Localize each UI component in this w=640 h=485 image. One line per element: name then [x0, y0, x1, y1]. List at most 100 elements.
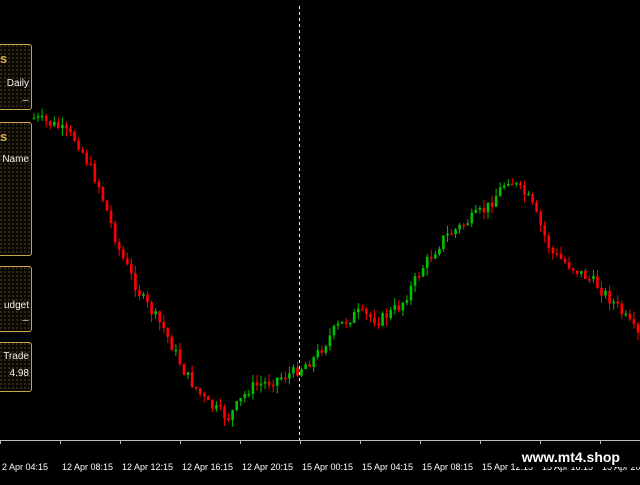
candle-body — [32, 117, 36, 120]
candle-body — [154, 311, 157, 315]
info-panel-budget: udget --- — [0, 266, 32, 332]
panel-label-budget: udget — [3, 300, 29, 311]
candle-body — [130, 264, 133, 274]
candle-body — [624, 313, 628, 316]
candle-body — [89, 163, 93, 166]
candle-body — [215, 405, 218, 409]
candle-body — [235, 401, 238, 411]
candle-body — [531, 193, 534, 203]
candle-body — [502, 185, 506, 188]
candle-body — [117, 242, 121, 250]
candle-body — [620, 303, 624, 315]
candle-body — [178, 349, 182, 365]
candle-body — [385, 313, 388, 318]
candle-body — [397, 305, 401, 311]
candle-body — [166, 328, 170, 337]
candle-body — [616, 301, 619, 304]
chart-canvas[interactable]: 2 Apr 04:15 12 Apr 08:15 12 Apr 12:15 12 Ap… — [0, 0, 640, 480]
candle-body — [486, 202, 490, 213]
candle-body — [361, 308, 364, 311]
candle-body — [498, 187, 502, 197]
candle-body — [247, 394, 251, 396]
candle-body — [320, 350, 324, 353]
candle-body — [373, 317, 376, 324]
candle-body — [344, 321, 348, 324]
candle-body — [555, 253, 559, 255]
candle-body — [190, 372, 194, 387]
candle-body — [182, 364, 186, 375]
candle-body — [57, 121, 60, 129]
candle-body — [409, 285, 413, 301]
candle-body — [458, 224, 461, 230]
candle-body — [567, 262, 571, 269]
candle-body — [48, 121, 52, 126]
candle-body — [53, 121, 56, 126]
candle-body — [150, 302, 153, 315]
candle-body — [628, 313, 632, 320]
candle-body — [515, 183, 518, 185]
candle-body — [121, 249, 125, 259]
info-panel-daily: s Daily --- — [0, 44, 32, 110]
candle-body — [490, 202, 494, 207]
candle-body — [519, 183, 522, 186]
candle-body — [280, 377, 283, 380]
candle-body — [36, 116, 40, 118]
candle-body — [138, 290, 141, 296]
candle-body — [146, 294, 149, 303]
candle-body — [243, 394, 247, 399]
x-tick-label: 15 Apr 00:15 — [302, 462, 353, 472]
panel-label-trade: Trade — [3, 351, 29, 362]
candle-body — [174, 349, 178, 352]
candle-body — [97, 182, 101, 188]
candle-body — [186, 372, 190, 375]
price-chart[interactable]: 2 Apr 04:15 12 Apr 08:15 12 Apr 12:15 12 Ap… — [0, 0, 640, 480]
candle-body — [194, 386, 198, 389]
info-panel-name: s Name — [0, 122, 32, 256]
candle-body — [600, 288, 603, 296]
candle-body — [227, 418, 230, 420]
candle-body — [73, 132, 76, 141]
panel-glyph: s — [0, 129, 8, 144]
info-panel-trade: Trade 4.98 — [0, 342, 32, 392]
candle-body — [405, 300, 409, 303]
candle-body — [304, 364, 307, 370]
candle-body — [559, 253, 563, 259]
panel-value-daily: --- — [22, 95, 29, 105]
candle-body — [93, 163, 97, 182]
candle-body — [393, 305, 397, 310]
candle-body — [454, 229, 457, 234]
candle-body — [85, 152, 88, 164]
x-tick-label: 12 Apr 20:15 — [242, 462, 293, 472]
candle-body — [450, 233, 453, 236]
candle-body — [592, 276, 595, 280]
panel-value-budget: --- — [22, 315, 29, 325]
candle-body — [551, 248, 555, 254]
x-tick-label: 12 Apr 12:15 — [122, 462, 173, 472]
x-tick-label: 2 Apr 04:15 — [2, 462, 48, 472]
candle-body — [223, 406, 226, 419]
candle-body — [470, 212, 474, 224]
candle-body — [300, 369, 303, 376]
candle-body — [608, 290, 611, 304]
candle-body — [267, 381, 271, 385]
candle-body — [77, 140, 80, 150]
candle-body — [466, 223, 469, 225]
candle-body — [259, 383, 263, 386]
candle-body — [421, 268, 425, 277]
candle-body — [292, 367, 295, 374]
candle-body — [101, 187, 105, 201]
candle-body — [575, 270, 579, 274]
candle-body — [417, 276, 421, 278]
candle-body — [288, 373, 291, 379]
candle-body — [219, 405, 222, 407]
candle-body — [543, 225, 546, 236]
x-tick-label: 15 Apr 08:15 — [422, 462, 473, 472]
candle-body — [109, 210, 113, 223]
candle-body — [535, 202, 538, 212]
candle-body — [389, 309, 392, 318]
candle-body — [113, 223, 117, 243]
panel-label-name: Name — [2, 154, 29, 165]
panel-value-trade: 4.98 — [9, 368, 29, 379]
candle-body — [239, 398, 242, 402]
candle-body — [263, 381, 267, 384]
